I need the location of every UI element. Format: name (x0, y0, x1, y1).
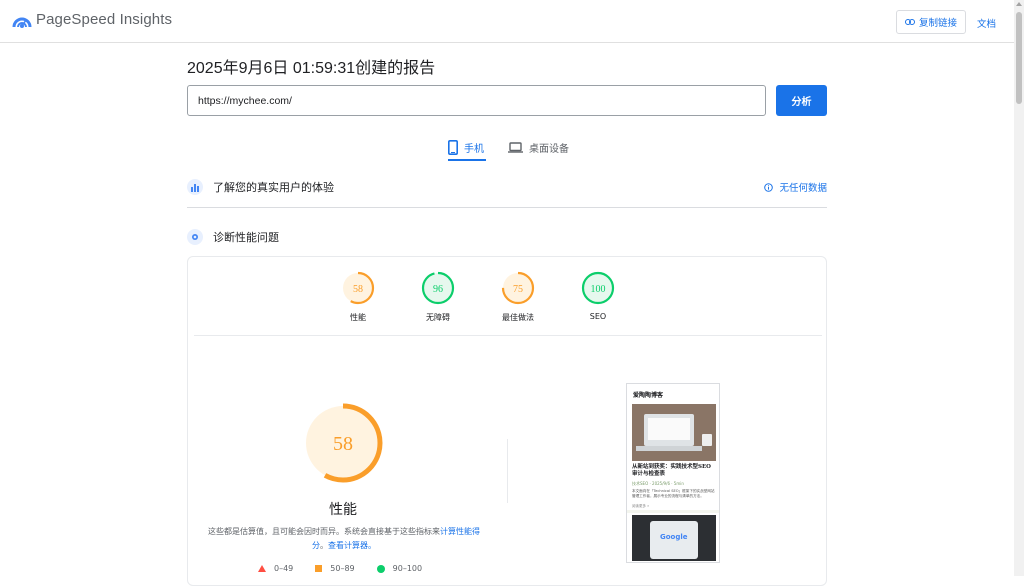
score-value: 75 (513, 284, 523, 295)
desc-text: 这些都是估算值，且可能会因时而异。系统会直接基于这些指标来 (208, 527, 440, 536)
active-tab-indicator (448, 159, 486, 161)
preview-body: 本文面向在「Technical SEO」框架下的实战型网站管理工作者，展示专业的… (632, 489, 715, 498)
legend-average-range: 50–89 (330, 564, 355, 573)
laptop-icon (508, 141, 523, 153)
field-data-label: 了解您的真实用户的体验 (213, 181, 334, 194)
score-label: 性能 (350, 313, 366, 322)
performance-big-gauge: 58 (303, 403, 383, 483)
field-data-section[interactable]: 了解您的真实用户的体验 无任何数据 (187, 175, 827, 199)
score-card: 58 性能 96 无障碍 75 最佳做法 100 SEO 58 性能 这些都是估算值，且可能会… (187, 256, 827, 586)
section-divider (187, 207, 827, 208)
preview-separator (627, 510, 719, 513)
legend-fail: 0–49 (258, 564, 293, 573)
gauge-3[interactable]: 100 SEO (568, 271, 628, 321)
vertical-separator (507, 439, 508, 503)
orange-square-icon (315, 565, 323, 572)
pagespeed-logo-icon[interactable] (12, 11, 32, 29)
score-label: SEO (589, 312, 607, 321)
top-bar: PageSpeed Insights 复制链接 文档 (0, 0, 1014, 43)
score-gauge-icon: 96 (421, 271, 455, 305)
preview-site-title: 爱陶陶博客 (633, 392, 664, 399)
smartphone-icon (448, 139, 458, 155)
diagnose-section: 诊断性能问题 (187, 225, 827, 249)
link-icon (904, 19, 915, 25)
people-chart-icon (187, 179, 203, 195)
score-label: 无障碍 (426, 313, 450, 322)
tab-desktop-label: 桌面设备 (529, 143, 569, 155)
red-triangle-icon (258, 565, 266, 572)
gauge-0[interactable]: 58 性能 (328, 271, 388, 323)
gauge-2[interactable]: 75 最佳做法 (488, 271, 548, 323)
score-gauge-icon: 100 (581, 271, 615, 305)
preview-laptop-image (632, 404, 716, 461)
green-circle-icon (376, 564, 385, 573)
calculator-link[interactable]: 查看计算器。 (328, 541, 376, 550)
scroll-up-arrow-icon[interactable] (1016, 2, 1022, 6)
tab-mobile[interactable]: 手机 (448, 134, 484, 160)
url-input[interactable] (187, 85, 766, 116)
legend-average: 50–89 (315, 564, 355, 573)
preview-read-more: 阅读更多 » (632, 504, 650, 508)
card-divider (194, 335, 822, 336)
tab-mobile-label: 手机 (464, 143, 484, 155)
score-label: 最佳做法 (502, 313, 534, 322)
copy-link-button[interactable]: 复制链接 (896, 10, 966, 34)
legend-fail-range: 0–49 (274, 564, 294, 573)
scrollbar[interactable] (1014, 0, 1024, 576)
analyze-button[interactable]: 分析 (776, 85, 827, 116)
score-value: 58 (353, 284, 363, 295)
diagnose-label: 诊断性能问题 (213, 231, 279, 244)
score-legend: 0–49 50–89 90–100 (258, 564, 422, 573)
legend-pass: 90–100 (376, 564, 423, 573)
performance-title: 性能 (329, 502, 357, 518)
brand-title[interactable]: PageSpeed Insights (36, 11, 172, 28)
copy-link-label: 复制链接 (918, 18, 957, 29)
score-gauge-icon: 58 (341, 271, 375, 305)
score-value: 96 (433, 284, 443, 295)
no-data-link[interactable]: 无任何数据 (764, 180, 827, 194)
performance-big-score: 58 (333, 433, 353, 455)
info-icon (764, 182, 774, 192)
preview-headline: 从新站到获奖：实践技术型SEO审计与检查表 (632, 464, 711, 477)
docs-link[interactable]: 文档 (977, 16, 996, 30)
report-title: 2025年9月6日 01:59:31创建的报告 (187, 60, 436, 77)
page-screenshot-preview[interactable]: 爱陶陶博客 从新站到获奖：实践技术型SEO审计与检查表 技术SEO · 2025… (626, 383, 720, 563)
lighthouse-icon (187, 229, 203, 245)
score-gauge-icon: 75 (501, 271, 535, 305)
gauge-1[interactable]: 96 无障碍 (408, 271, 468, 323)
preview-meta: 技术SEO · 2025/9/6 · 5min (632, 481, 684, 486)
score-value: 100 (591, 284, 606, 295)
legend-pass-range: 90–100 (392, 564, 423, 573)
preview-phone-image: Google (632, 515, 716, 561)
performance-description: 这些都是估算值，且可能会因时而异。系统会直接基于这些指标来计算性能得分。查看计算… (206, 525, 482, 553)
tab-desktop[interactable]: 桌面设备 (508, 134, 569, 160)
scroll-thumb[interactable] (1016, 12, 1022, 104)
desc-mid: 。 (320, 541, 328, 550)
preview-google-text: Google (660, 533, 688, 541)
no-data-label: 无任何数据 (779, 183, 827, 194)
